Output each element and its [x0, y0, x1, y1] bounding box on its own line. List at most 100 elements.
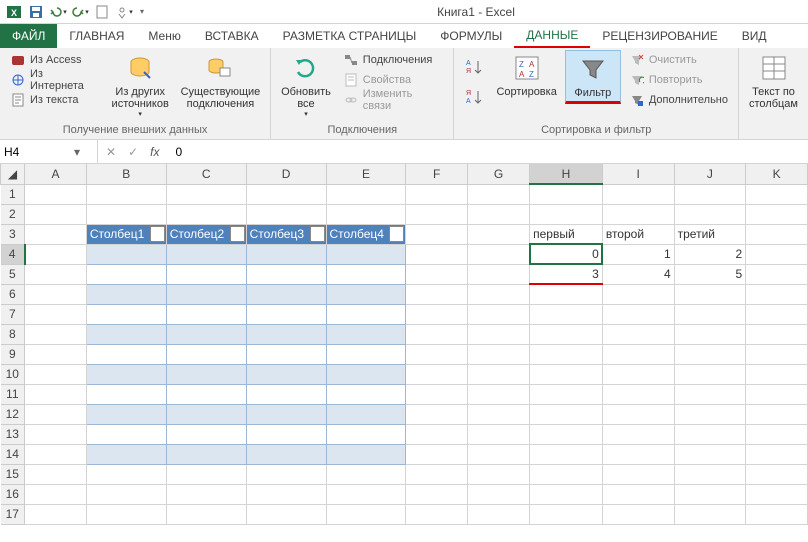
col-header[interactable]: J — [674, 164, 746, 184]
cell[interactable] — [166, 184, 246, 204]
cell[interactable] — [746, 244, 808, 264]
from-access-button[interactable]: Из Access — [6, 50, 104, 70]
cell[interactable] — [326, 284, 406, 304]
cell[interactable] — [166, 204, 246, 224]
cell[interactable] — [674, 424, 746, 444]
cell[interactable] — [246, 324, 326, 344]
tab-pagelayout[interactable]: РАЗМЕТКА СТРАНИЦЫ — [271, 24, 429, 48]
cell[interactable] — [86, 484, 166, 504]
cell[interactable] — [674, 284, 746, 304]
cell[interactable] — [326, 364, 406, 384]
cell[interactable] — [25, 304, 87, 324]
col-header[interactable]: A — [25, 164, 87, 184]
cell[interactable] — [602, 324, 674, 344]
cell[interactable] — [25, 184, 87, 204]
edit-links-button[interactable]: Изменить связи — [339, 90, 448, 110]
from-web-button[interactable]: Из Интернета — [6, 70, 104, 90]
cell[interactable] — [746, 204, 808, 224]
fx-icon[interactable]: fx — [146, 145, 163, 159]
cell[interactable] — [467, 244, 529, 264]
existing-connections-button[interactable]: Существующие подключения — [177, 50, 264, 112]
select-all-corner[interactable]: ◢ — [1, 164, 25, 184]
sort-asc-button[interactable]: АЯ — [460, 54, 488, 80]
cell[interactable] — [86, 204, 166, 224]
cell[interactable] — [602, 184, 674, 204]
cell[interactable] — [674, 324, 746, 344]
save-icon[interactable] — [26, 2, 46, 22]
name-box-input[interactable] — [4, 145, 74, 159]
cell[interactable] — [326, 404, 406, 424]
cell[interactable] — [602, 424, 674, 444]
cell[interactable] — [25, 284, 87, 304]
cell[interactable] — [326, 264, 406, 284]
properties-button[interactable]: Свойства — [339, 70, 448, 90]
cell[interactable] — [746, 484, 808, 504]
cell[interactable] — [530, 364, 603, 384]
cell[interactable] — [530, 424, 603, 444]
row-header[interactable]: 5 — [1, 264, 25, 284]
cell[interactable] — [602, 304, 674, 324]
cell[interactable] — [674, 184, 746, 204]
cell[interactable] — [406, 424, 468, 444]
cell[interactable] — [86, 364, 166, 384]
cell[interactable] — [246, 404, 326, 424]
cell[interactable] — [326, 444, 406, 464]
cell[interactable] — [602, 344, 674, 364]
accept-formula-icon[interactable]: ✓ — [124, 145, 142, 159]
cell[interactable]: 0 — [530, 244, 603, 264]
cell[interactable] — [86, 424, 166, 444]
cell[interactable]: 4 — [602, 264, 674, 284]
cell[interactable] — [406, 304, 468, 324]
cell[interactable] — [746, 504, 808, 524]
cell[interactable] — [326, 464, 406, 484]
name-box-dropdown-icon[interactable]: ▾ — [74, 145, 80, 159]
tab-formulas[interactable]: ФОРМУЛЫ — [428, 24, 514, 48]
sort-button[interactable]: ZAAZ Сортировка — [492, 50, 560, 100]
cell[interactable] — [467, 464, 529, 484]
cell[interactable] — [406, 404, 468, 424]
excel-icon[interactable]: X — [4, 2, 24, 22]
connections-button[interactable]: Подключения — [339, 50, 448, 70]
row-header[interactable]: 2 — [1, 204, 25, 224]
cell[interactable] — [166, 264, 246, 284]
cell[interactable] — [674, 404, 746, 424]
cell[interactable] — [530, 284, 603, 304]
cell[interactable] — [674, 304, 746, 324]
cell[interactable] — [746, 464, 808, 484]
tab-data[interactable]: ДАННЫЕ — [514, 24, 590, 48]
row-header[interactable]: 4 — [1, 244, 25, 264]
cell[interactable] — [746, 404, 808, 424]
cell[interactable] — [467, 204, 529, 224]
cell[interactable] — [246, 264, 326, 284]
cell[interactable] — [467, 384, 529, 404]
cell[interactable] — [246, 284, 326, 304]
cell[interactable] — [25, 244, 87, 264]
cell[interactable] — [246, 184, 326, 204]
cell[interactable] — [326, 184, 406, 204]
touch-mode-icon[interactable]: ▾ — [114, 2, 134, 22]
cell[interactable] — [86, 184, 166, 204]
refresh-all-button[interactable]: Обновить все ▾ — [277, 50, 335, 120]
cell[interactable] — [86, 384, 166, 404]
cell[interactable] — [467, 224, 529, 244]
cell[interactable] — [530, 464, 603, 484]
from-other-sources-button[interactable]: Из других источников ▾ — [108, 50, 173, 120]
cell[interactable] — [25, 404, 87, 424]
tab-file[interactable]: ФАЙЛ — [0, 24, 57, 48]
cell[interactable] — [166, 384, 246, 404]
col-header[interactable]: G — [467, 164, 529, 184]
cell[interactable] — [86, 264, 166, 284]
row-header[interactable]: 12 — [1, 404, 25, 424]
formula-input[interactable] — [167, 140, 808, 163]
cell[interactable] — [86, 284, 166, 304]
cell[interactable] — [86, 344, 166, 364]
cell[interactable] — [25, 264, 87, 284]
cell[interactable] — [86, 244, 166, 264]
cell[interactable]: первый — [530, 224, 603, 244]
cell[interactable] — [530, 304, 603, 324]
cell[interactable] — [674, 504, 746, 524]
cell[interactable] — [25, 204, 87, 224]
cell[interactable] — [746, 184, 808, 204]
cell[interactable] — [530, 504, 603, 524]
cell[interactable]: Столбец4▾ — [326, 224, 406, 244]
